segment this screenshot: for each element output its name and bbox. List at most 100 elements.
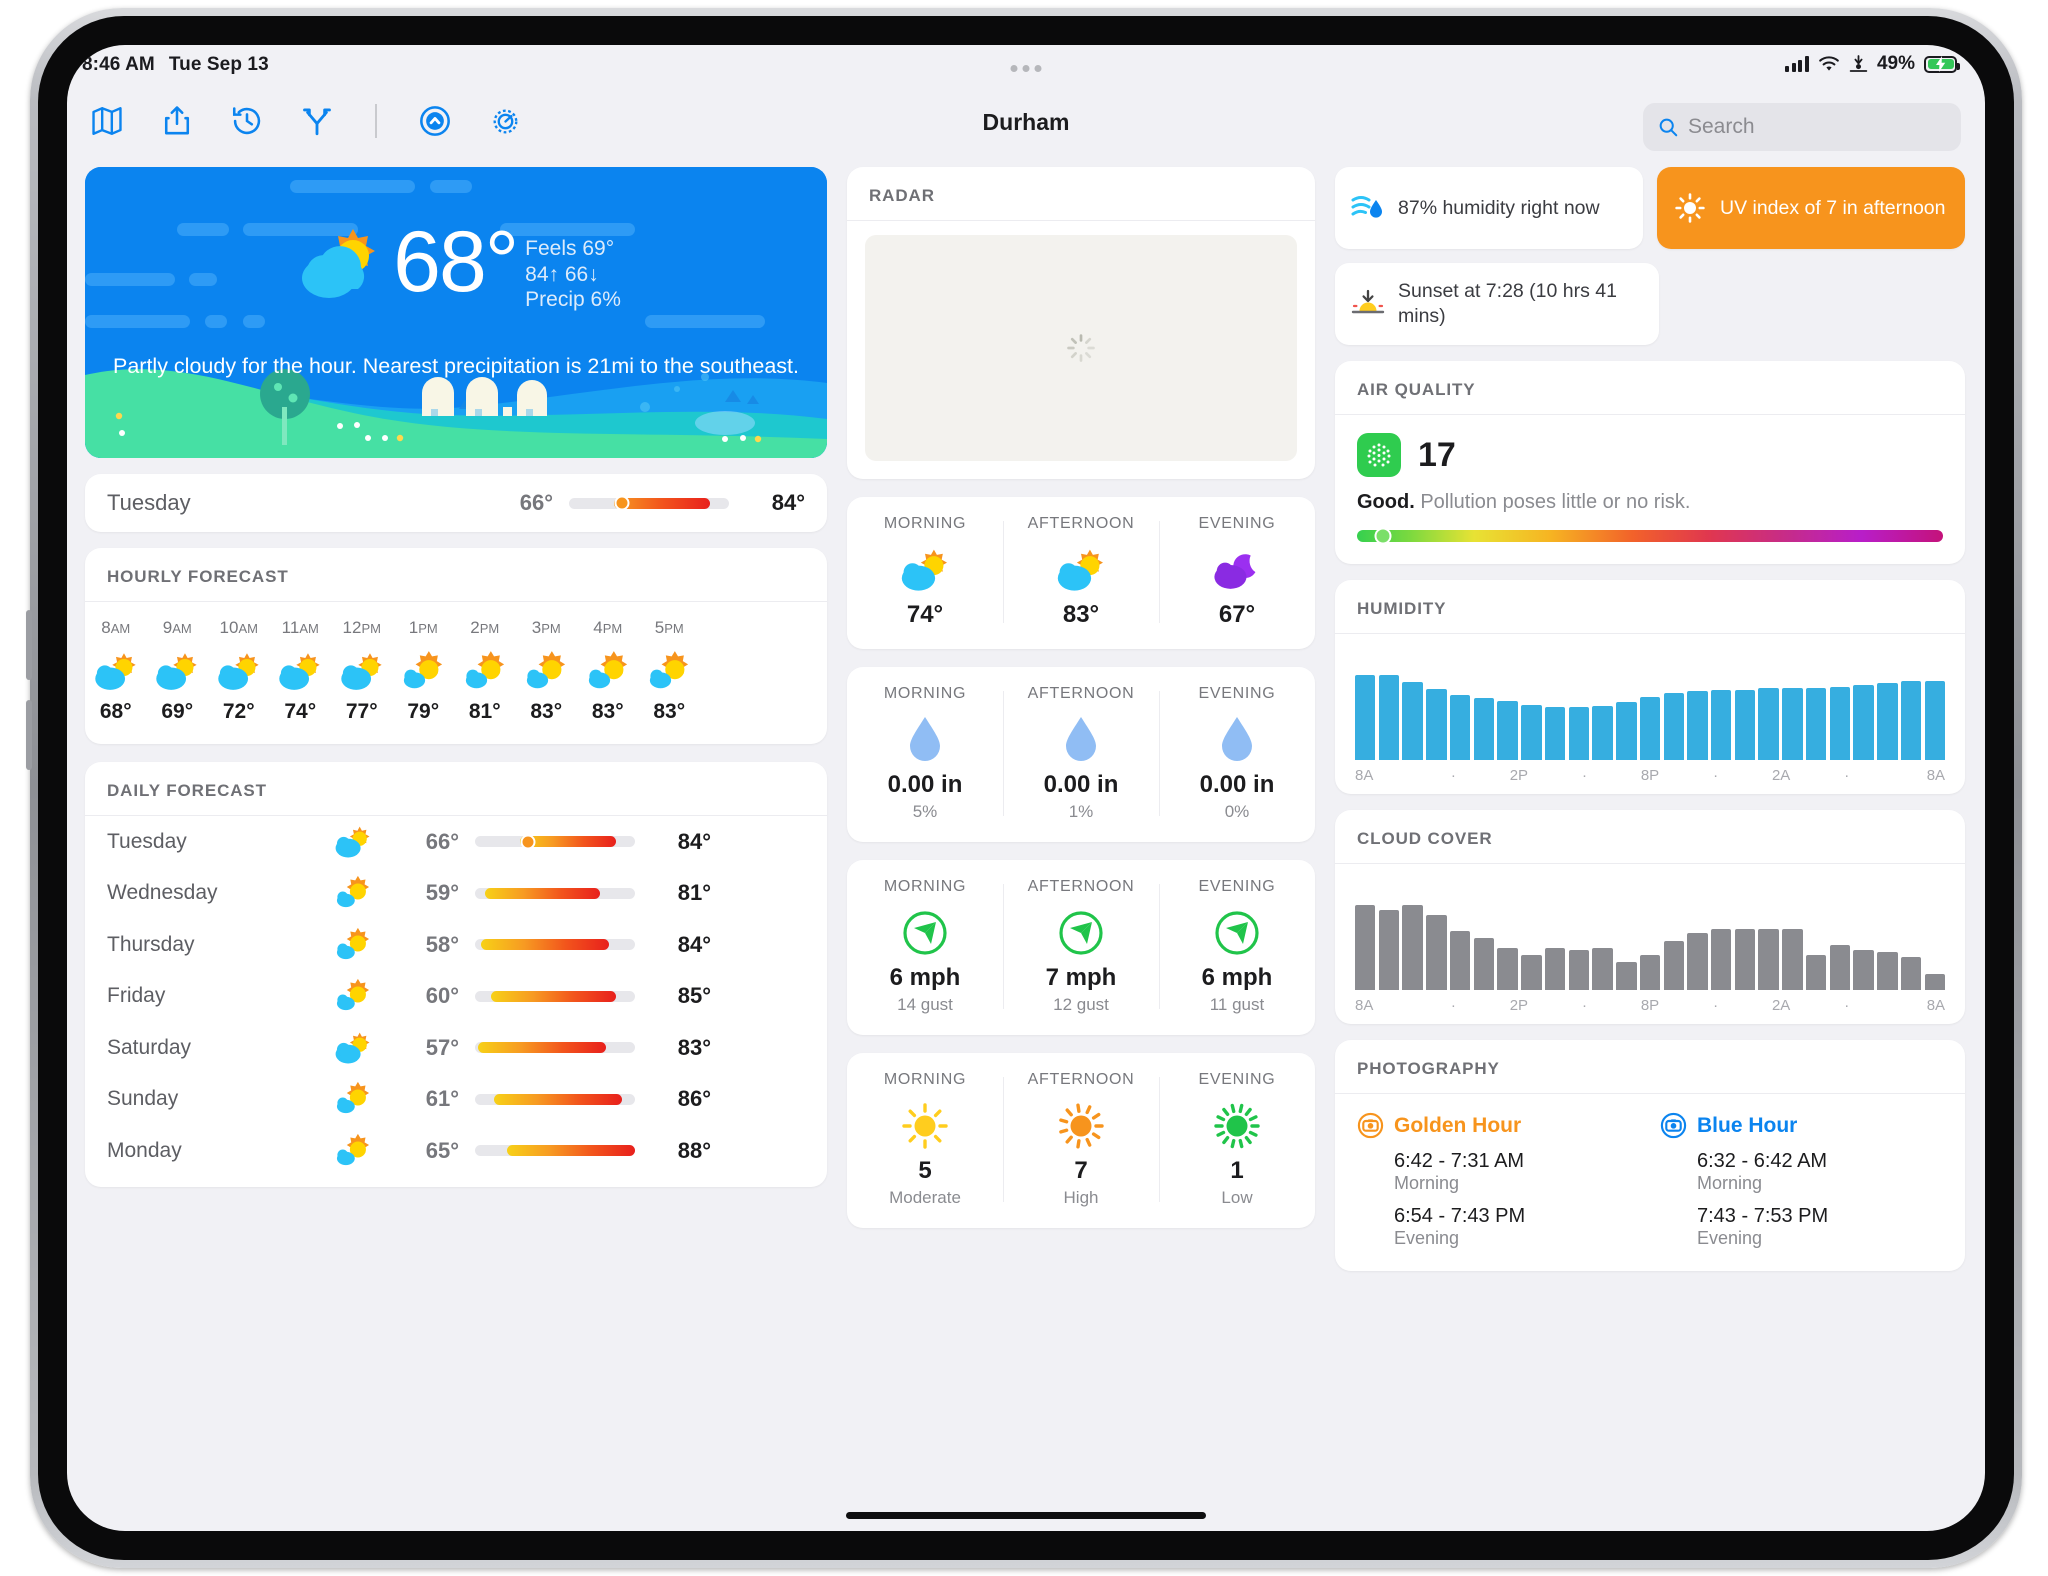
period-column[interactable]: AFTERNOON 7 mph 12 gust bbox=[1003, 878, 1159, 1015]
hourly-cell[interactable]: 10AM 72° bbox=[208, 618, 270, 724]
daily-low: 66° bbox=[425, 828, 459, 854]
radar-map-area[interactable] bbox=[865, 235, 1297, 461]
period-column[interactable]: MORNING 5 Moderate bbox=[847, 1071, 1003, 1208]
history-icon[interactable] bbox=[225, 99, 269, 143]
daily-forecast-row[interactable]: Tuesday 66° 84° bbox=[85, 816, 827, 868]
golden-hour-header: Golden Hour bbox=[1357, 1112, 1640, 1139]
daily-forecast-row[interactable]: Monday 65° 88° bbox=[85, 1125, 827, 1177]
period-column[interactable]: MORNING 74° bbox=[847, 515, 1003, 629]
period-column[interactable]: AFTERNOON 7 High bbox=[1003, 1071, 1159, 1208]
hourly-forecast-card: HOURLY FORECAST 8AM 68° 9AM 69° 10AM 72° 11… bbox=[85, 548, 827, 744]
radar-card[interactable]: RADAR bbox=[847, 167, 1315, 479]
chart-bar bbox=[1687, 690, 1708, 760]
map-icon[interactable] bbox=[85, 99, 129, 143]
cloud-cover-chart-title: CLOUD COVER bbox=[1335, 810, 1965, 864]
daily-range-bar bbox=[475, 939, 635, 951]
daily-day-label: Monday bbox=[107, 1138, 182, 1162]
today-day-label: Tuesday bbox=[107, 490, 191, 515]
period-column[interactable]: AFTERNOON 83° bbox=[1003, 515, 1159, 629]
hourly-cell[interactable]: 9AM 69° bbox=[147, 618, 209, 724]
today-summary-row[interactable]: Tuesday 66° 84° bbox=[85, 474, 827, 532]
hourly-cell[interactable]: 5PM 83° bbox=[639, 618, 701, 724]
volume-button-down[interactable] bbox=[26, 700, 32, 770]
hourly-time: 2PM bbox=[470, 618, 500, 637]
current-conditions-card[interactable]: 68° Feels 69° 84↑ 66↓ Precip 6% Partly c… bbox=[85, 167, 827, 458]
daily-forecast-row[interactable]: Saturday 57° 83° bbox=[85, 1022, 827, 1074]
period-value: 6 mph bbox=[889, 964, 961, 991]
blue-hour-label: Blue Hour bbox=[1697, 1113, 1798, 1137]
period-label: AFTERNOON bbox=[1027, 515, 1135, 532]
period-value: 74° bbox=[906, 601, 944, 628]
blue-hour-column[interactable]: Blue Hour 6:32 - 6:42 AM Morning 7:43 - … bbox=[1660, 1112, 1943, 1249]
blue-hour-header: Blue Hour bbox=[1660, 1112, 1943, 1139]
daily-range-bar bbox=[475, 1042, 635, 1054]
daily-forecast-row[interactable]: Friday 60° 85° bbox=[85, 971, 827, 1023]
hourly-time: 9AM bbox=[162, 618, 192, 637]
search-icon bbox=[1659, 118, 1678, 137]
home-indicator[interactable] bbox=[846, 1512, 1206, 1519]
hourly-cell[interactable]: 8AM 68° bbox=[85, 618, 147, 724]
daily-forecast-row[interactable]: Thursday 58° 84° bbox=[85, 919, 827, 971]
chart-bar bbox=[1829, 686, 1851, 760]
hourly-cell[interactable]: 11AM 74° bbox=[270, 618, 332, 724]
wind-compass-icon bbox=[1159, 902, 1315, 964]
raindrop-icon bbox=[1159, 709, 1315, 771]
period-value: 6 mph bbox=[1201, 964, 1273, 991]
chart-bar bbox=[1521, 954, 1542, 990]
search-input[interactable]: Search bbox=[1643, 103, 1961, 151]
hourly-cell[interactable]: 12PM 77° bbox=[331, 618, 393, 724]
daily-forecast-row[interactable]: Sunday 61° 86° bbox=[85, 1074, 827, 1126]
hourly-cell[interactable]: 2PM 81° bbox=[454, 618, 516, 724]
fork-icon[interactable] bbox=[295, 99, 339, 143]
humidity-chip[interactable]: 87% humidity right now bbox=[1335, 167, 1643, 249]
period-column[interactable]: EVENING 67° bbox=[1159, 515, 1315, 629]
hourly-time: 1PM bbox=[408, 618, 438, 637]
blue-morning-time: 6:32 - 6:42 AM bbox=[1697, 1150, 1828, 1172]
raindrop-icon bbox=[847, 709, 1003, 771]
compass-up-icon[interactable] bbox=[413, 99, 457, 143]
uv-chip[interactable]: UV index of 7 in afternoon bbox=[1657, 167, 1965, 249]
loading-spinner-icon bbox=[1067, 334, 1095, 362]
chart-bar bbox=[1877, 952, 1898, 990]
hourly-cell[interactable]: 3PM 83° bbox=[516, 618, 578, 724]
volume-button-up[interactable] bbox=[26, 610, 32, 680]
chart-bar bbox=[1758, 687, 1779, 760]
multitask-grabber[interactable] bbox=[1010, 65, 1042, 72]
daily-range-bar bbox=[475, 834, 635, 850]
daily-range-bar bbox=[475, 1093, 635, 1105]
hourly-cell[interactable]: 1PM 79° bbox=[393, 618, 455, 724]
chart-bar bbox=[1924, 681, 1946, 760]
humidity-chart-area: 8A · 2P · 8P · 2A · 8A bbox=[1335, 634, 1965, 794]
hourly-time: 8AM bbox=[101, 618, 131, 637]
period-column[interactable]: MORNING 6 mph 14 gust bbox=[847, 878, 1003, 1015]
chart-bar bbox=[1378, 909, 1400, 990]
period-column[interactable]: EVENING 1 Low bbox=[1159, 1071, 1315, 1208]
chart-bar bbox=[1711, 928, 1732, 990]
axis-tick-label: 8A bbox=[1355, 767, 1374, 784]
period-column[interactable]: AFTERNOON 0.00 in 1% bbox=[1003, 685, 1159, 822]
hourly-cell[interactable]: 4PM 83° bbox=[577, 618, 639, 724]
share-icon[interactable] bbox=[155, 99, 199, 143]
air-quality-card[interactable]: AIR QUALITY 17 Good. Pollution poses lit… bbox=[1335, 361, 1965, 564]
daily-high: 85° bbox=[677, 983, 711, 1009]
period-sub: Moderate bbox=[889, 1188, 961, 1207]
chart-bar bbox=[1900, 681, 1922, 760]
period-column[interactable]: EVENING 6 mph 11 gust bbox=[1159, 878, 1315, 1015]
gear-icon[interactable] bbox=[483, 99, 527, 143]
period-column[interactable]: EVENING 0.00 in 0% bbox=[1159, 685, 1315, 822]
ipad-screen: 8:46 AM Tue Sep 13 49% Durham Search 68°… bbox=[67, 45, 1985, 1531]
daily-range-bar bbox=[475, 887, 635, 899]
axis-tick-label: 2P bbox=[1509, 767, 1529, 784]
partly-cloudy-icon bbox=[270, 644, 332, 698]
daily-forecast-row[interactable]: Wednesday 59° 81° bbox=[85, 868, 827, 920]
mostly-sunny-icon bbox=[516, 644, 578, 698]
partly-cloudy-icon bbox=[85, 644, 147, 698]
golden-hour-column[interactable]: Golden Hour 6:42 - 7:31 AM Morning 6:54 … bbox=[1357, 1112, 1640, 1249]
daily-current-dot bbox=[520, 834, 536, 850]
sunset-chip[interactable]: Sunset at 7:28 (10 hrs 41 mins) bbox=[1335, 263, 1659, 345]
cloud-cover-axis: 8A · 2P · 8P · 2A · 8A bbox=[1355, 997, 1945, 1014]
hourly-forecast-row[interactable]: 8AM 68° 9AM 69° 10AM 72° 11AM 74° 12PM 77° 1P… bbox=[85, 602, 827, 744]
status-bar: 8:46 AM Tue Sep 13 49% bbox=[67, 45, 1985, 89]
wind-compass-icon bbox=[847, 902, 1003, 964]
period-column[interactable]: MORNING 0.00 in 5% bbox=[847, 685, 1003, 822]
